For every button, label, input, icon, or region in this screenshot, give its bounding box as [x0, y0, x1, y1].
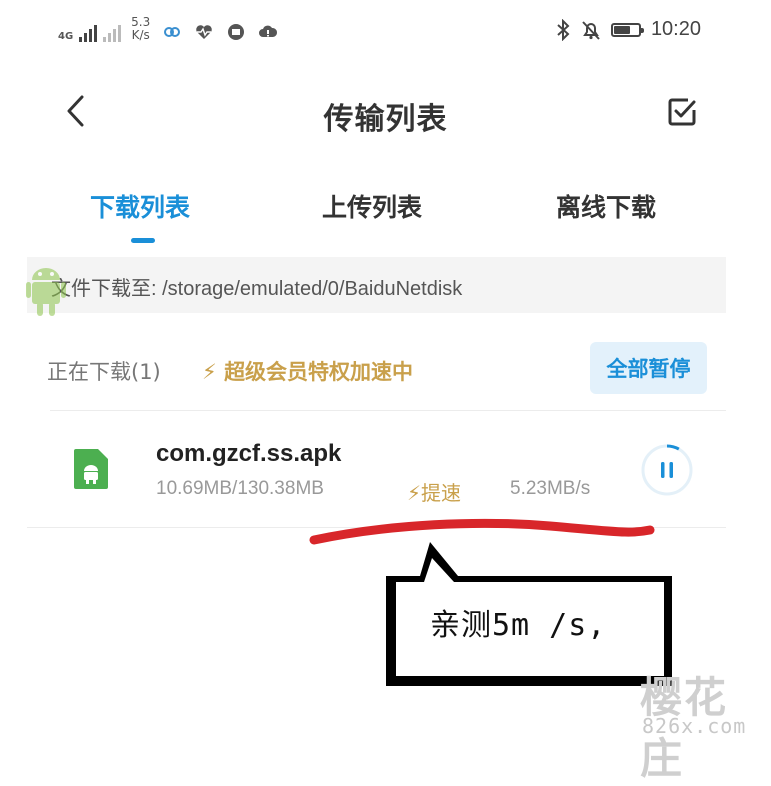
- status-time: 10:20: [650, 18, 701, 40]
- no-signal-icon: [103, 22, 122, 42]
- status-right: 10:20: [555, 18, 701, 41]
- vip-acceleration-notice: ⚡ 超级会员特权加速中: [202, 356, 413, 386]
- app-badge-icon: [228, 24, 245, 40]
- apk-file-icon: [74, 449, 108, 489]
- battery-icon: [610, 22, 644, 37]
- mute-bell-icon: [582, 20, 600, 40]
- pause-icon: [661, 462, 665, 478]
- annotation-text: 亲测5m /s,: [430, 608, 607, 643]
- status-bar: 4G 5.3 K/s 10:20: [0, 0, 771, 62]
- tab-upload-list[interactable]: 上传列表: [322, 188, 422, 224]
- download-path-bar[interactable]: 文件下载至: /storage/emulated/0/BaiduNetdisk: [27, 257, 726, 313]
- network-speed-unit: K/s: [131, 28, 150, 42]
- network-speed-value: 5.3: [131, 15, 151, 29]
- signal-icon: [79, 22, 98, 42]
- file-size-progress: 10.69MB/130.38MB: [156, 478, 324, 499]
- downloading-count: 正在下载(1): [47, 360, 161, 384]
- vip-acceleration-label: 超级会员特权加速中: [224, 360, 414, 384]
- network-type: 4G: [58, 31, 74, 42]
- download-path-text: 文件下载至: /storage/emulated/0/BaiduNetdisk: [51, 278, 463, 300]
- active-tab-indicator: [131, 238, 155, 243]
- lightning-icon: ⚡: [407, 481, 422, 505]
- file-name: com.gzcf.ss.apk: [156, 440, 342, 467]
- network-speed: 5.3 K/s: [131, 16, 150, 42]
- accelerate-label: 提速: [421, 481, 462, 505]
- download-speed: 5.23MB/s: [510, 478, 591, 499]
- multi-select-icon[interactable]: [666, 96, 698, 128]
- bluetooth-icon: [557, 18, 570, 41]
- page-title: 传输列表: [323, 102, 448, 137]
- android-logo-icon: [26, 268, 66, 316]
- heart-rate-icon: [196, 25, 213, 39]
- accelerate-button[interactable]: ⚡提速: [407, 477, 461, 506]
- tab-offline-download[interactable]: 离线下载: [556, 188, 656, 224]
- watermark-url: 826x.com: [642, 714, 747, 738]
- lightning-icon: ⚡: [202, 360, 217, 384]
- pause-all-button[interactable]: 全部暂停: [590, 342, 707, 394]
- link-icon: [164, 27, 181, 37]
- pause-download-button[interactable]: [640, 443, 694, 497]
- divider: [50, 410, 726, 411]
- tab-download-list[interactable]: 下载列表: [90, 188, 190, 224]
- transfer-tabs: 下载列表 上传列表 离线下载: [0, 188, 771, 228]
- status-left: 4G 5.3 K/s: [58, 16, 278, 42]
- cloud-alert-icon: [259, 25, 278, 37]
